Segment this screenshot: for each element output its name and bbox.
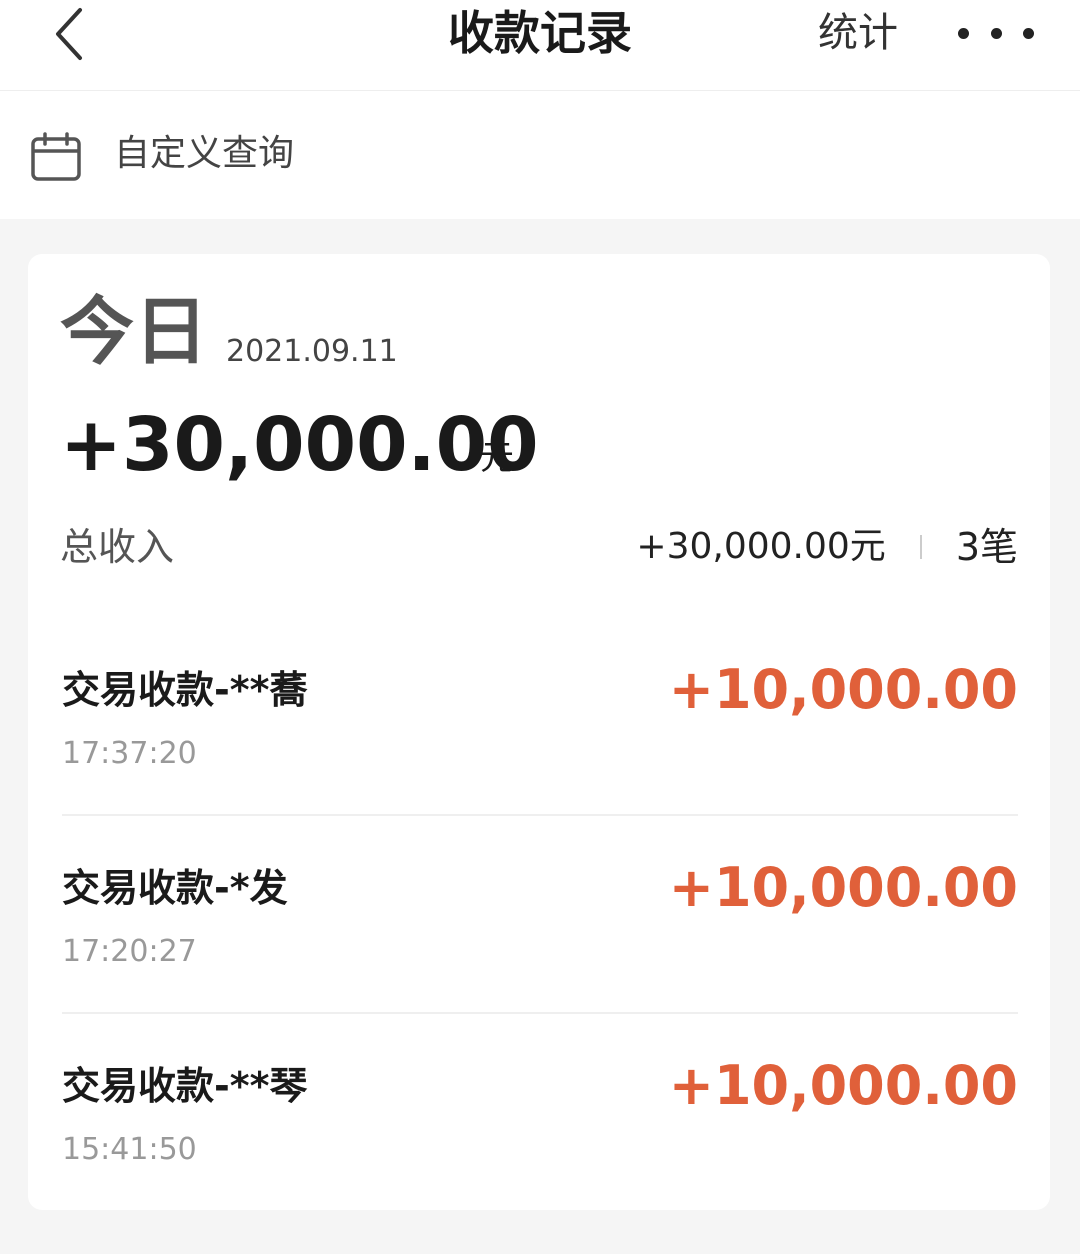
transaction-time: 15:41:50 — [62, 1132, 197, 1167]
summary-divider — [919, 535, 922, 559]
transaction-row[interactable]: 交易收款-**琴 15:41:50 +10,000.00 — [62, 1054, 1018, 1254]
transaction-time: 17:20:27 — [62, 934, 197, 969]
transaction-amount: +10,000.00 — [668, 856, 1018, 919]
income-total: +30,000.00元 — [636, 526, 886, 567]
total-amount: +30,000.00 — [60, 402, 539, 488]
transaction-name: 交易收款-**琴 — [62, 1064, 308, 1108]
transaction-name: 交易收款-*发 — [62, 866, 288, 910]
page-title: 收款记录 — [448, 6, 632, 60]
chevron-left-icon — [56, 8, 82, 60]
transaction-amount: +10,000.00 — [668, 658, 1018, 721]
day-label: 今日 — [60, 289, 208, 375]
income-label: 总收入 — [60, 525, 175, 569]
date-label: 2021.09.11 — [226, 334, 398, 369]
transaction-amount: +10,000.00 — [668, 1054, 1018, 1117]
total-unit: 元 — [480, 438, 514, 478]
more-dots-icon — [958, 27, 969, 39]
records-card: 今日 2021.09.11 +30,000.00 元 总收入 +30,000.0… — [28, 254, 1050, 1210]
nav-bar: 收款记录 统计 — [0, 0, 1080, 91]
more-dots-icon — [1023, 27, 1034, 39]
custom-query-button[interactable]: 自定义查询 — [0, 91, 1080, 219]
transaction-time: 17:37:20 — [62, 736, 197, 771]
transaction-row[interactable]: 交易收款-**蕎 17:37:20 +10,000.00 — [62, 658, 1018, 858]
more-button[interactable] — [958, 14, 1034, 52]
row-divider — [62, 1012, 1018, 1014]
transaction-count: 3笔 — [955, 525, 1018, 569]
row-divider — [62, 814, 1018, 816]
back-button[interactable] — [40, 4, 100, 64]
stats-button[interactable]: 统计 — [818, 0, 898, 66]
income-summary: +30,000.00元 3笔 — [636, 522, 1018, 572]
custom-query-label: 自定义查询 — [114, 133, 295, 174]
transaction-row[interactable]: 交易收款-*发 17:20:27 +10,000.00 — [62, 856, 1018, 1056]
transaction-name: 交易收款-**蕎 — [62, 668, 308, 712]
more-dots-icon — [990, 27, 1002, 39]
calendar-icon — [31, 132, 81, 181]
